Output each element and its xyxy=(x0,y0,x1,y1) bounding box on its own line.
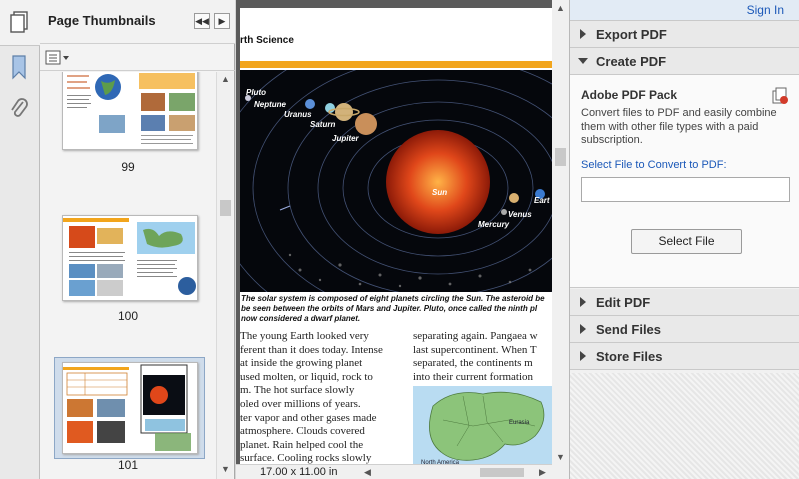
collapsed-arrow-icon xyxy=(580,29,586,39)
section-label: Create PDF xyxy=(596,54,667,69)
section-send-files[interactable]: Send Files xyxy=(570,316,799,343)
figure-caption: The solar system is composed of eight pl… xyxy=(241,294,552,324)
expanded-arrow-icon xyxy=(578,58,588,64)
thumbnails-toolbar xyxy=(40,45,235,71)
section-label: Send Files xyxy=(596,322,662,337)
caption-line: now considered a dwarf planet. xyxy=(241,314,361,323)
empty-pane-area xyxy=(570,373,799,479)
sign-in-link[interactable]: Sign In xyxy=(747,3,784,17)
text-line: m. The hot surface slowly xyxy=(240,384,355,397)
text-line: last supercontinent. When T xyxy=(413,343,537,356)
section-create-pdf[interactable]: Create PDF xyxy=(570,48,799,75)
planet-label-jupiter: Jupiter xyxy=(332,134,359,143)
text-line: ter vapor and other gases made xyxy=(240,411,377,424)
rail-top xyxy=(0,0,40,46)
status-bar: 17.00 x 11.00 in ◀ ▶ xyxy=(236,464,552,479)
text-line: used molten, or liquid, rock to xyxy=(240,370,373,383)
scroll-down-arrow[interactable]: ▼ xyxy=(556,452,565,462)
text-line: planet. Rain helped cool the xyxy=(240,438,364,451)
section-label: Export PDF xyxy=(596,27,667,42)
text-line: separated, the continents m xyxy=(413,357,533,370)
collapse-panel-button[interactable]: ◀◀ xyxy=(194,13,210,29)
scrollbar-thumb[interactable] xyxy=(555,148,566,166)
section-edit-pdf[interactable]: Edit PDF xyxy=(570,289,799,316)
tools-pane: Sign In Export PDF Create PDF Adobe PDF … xyxy=(569,0,799,479)
page-thumbnails-panel: Page Thumbnails ◀◀ ▶ 99 100 101 ▲ ▼ xyxy=(40,0,235,479)
bookmarks-icon[interactable] xyxy=(8,54,30,85)
page-thumbnails-icon[interactable] xyxy=(8,10,30,39)
scroll-left-arrow[interactable]: ◀ xyxy=(364,467,371,478)
section-label: Edit PDF xyxy=(596,295,651,310)
file-to-convert-field[interactable] xyxy=(581,177,790,202)
pangaea-map: Eurasia North America xyxy=(413,386,552,466)
thumbnail-page-99[interactable] xyxy=(62,72,198,150)
select-file-label: Select File to Convert to PDF: xyxy=(581,159,727,171)
header-accent-bar xyxy=(240,61,552,68)
text-line: into their current formation xyxy=(413,370,534,383)
text-line: oled over millions of years. xyxy=(240,397,361,410)
thumbnail-page-number: 100 xyxy=(117,309,139,323)
section-store-files[interactable]: Store Files xyxy=(570,343,799,370)
expand-panel-button[interactable]: ▶ xyxy=(214,13,230,29)
tools-pane-top: Sign In xyxy=(570,0,799,21)
collapsed-arrow-icon xyxy=(580,351,586,361)
scroll-up-arrow[interactable]: ▲ xyxy=(556,3,565,13)
planet-label-neptune: Neptune xyxy=(254,100,286,109)
pdf-pack-description: Convert files to PDF and easily combine … xyxy=(581,107,777,146)
thumbnail-page-100[interactable] xyxy=(62,215,198,301)
body-text-right-column: separating again. Pangaea w last superco… xyxy=(413,330,552,384)
map-label-eurasia: Eurasia xyxy=(509,420,530,426)
planet-label-saturn: Saturn xyxy=(310,120,336,129)
caption-line: be seen between the orbits of Mars and J… xyxy=(241,304,538,313)
section-label: Store Files xyxy=(596,349,663,364)
thumbnails-scrollbar[interactable]: ▲ ▼ xyxy=(216,72,233,479)
document-page: rth Science Pluto Neptune Uranus Saturn … xyxy=(240,8,552,466)
text-line: at inside the growing planet xyxy=(240,357,363,370)
scroll-down-arrow[interactable]: ▼ xyxy=(221,464,230,474)
text-line: The young Earth looked very xyxy=(240,330,369,342)
section-export-pdf[interactable]: Export PDF xyxy=(570,21,799,48)
scroll-right-arrow[interactable]: ▶ xyxy=(539,467,546,478)
pdf-pack-title: Adobe PDF Pack xyxy=(581,88,678,102)
thumbnails-header: Page Thumbnails ◀◀ ▶ xyxy=(40,0,235,44)
collapsed-arrow-icon xyxy=(580,324,586,334)
thumbnail-page-number: 99 xyxy=(121,160,135,174)
navigation-rail xyxy=(0,0,40,479)
collapsed-arrow-icon xyxy=(580,297,586,307)
create-pdf-panel: Adobe PDF Pack Convert files to PDF and … xyxy=(570,75,799,288)
planet-label-sun: Sun xyxy=(432,188,448,197)
thumbnail-list: 99 100 101 xyxy=(40,72,216,479)
scroll-up-arrow[interactable]: ▲ xyxy=(221,74,230,84)
thumbnail-page-101[interactable] xyxy=(62,362,198,454)
text-line: ferent than it does today. Intense xyxy=(240,343,383,356)
planet-label-pluto: Pluto xyxy=(246,88,266,97)
scrollbar-thumb[interactable] xyxy=(220,200,231,216)
text-line: atmosphere. Clouds covered xyxy=(240,425,365,438)
planet-label-venus: Venus xyxy=(508,210,532,219)
page-size-readout: 17.00 x 11.00 in xyxy=(260,466,338,478)
document-view[interactable]: rth Science Pluto Neptune Uranus Saturn … xyxy=(236,0,569,479)
attachments-icon[interactable] xyxy=(8,96,30,127)
options-menu-icon[interactable] xyxy=(45,50,71,66)
planet-label-uranus: Uranus xyxy=(284,110,312,119)
body-text-left-column: The young Earth looked very ferent than … xyxy=(240,330,408,466)
solar-system-image: Pluto Neptune Uranus Saturn Jupiter Sun … xyxy=(240,70,552,292)
acrobat-window: Page Thumbnails ◀◀ ▶ 99 100 101 ▲ ▼ rth … xyxy=(0,0,799,479)
page-header-text: rth Science xyxy=(240,35,294,46)
thumbnail-page-number: 101 xyxy=(117,458,139,472)
caption-line: The solar system is composed of eight pl… xyxy=(241,294,545,303)
horizontal-scrollbar-thumb[interactable] xyxy=(480,468,524,477)
planet-label-mercury: Mercury xyxy=(478,220,510,229)
panel-title: Page Thumbnails xyxy=(48,13,156,28)
select-file-button[interactable]: Select File xyxy=(631,229,742,254)
text-line: separating again. Pangaea w xyxy=(413,330,538,342)
planet-label-earth: Eart xyxy=(534,196,550,205)
document-vertical-scrollbar[interactable]: ▲ ▼ xyxy=(552,0,569,479)
